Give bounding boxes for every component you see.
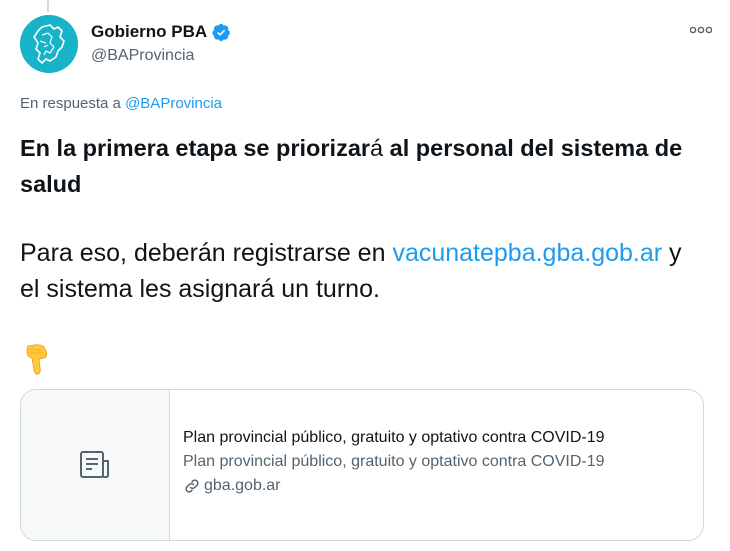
- tweet-bold-text: En la primera etapa se priorizará al per…: [20, 130, 700, 202]
- author-display-name-text: Gobierno PBA: [91, 22, 208, 41]
- more-dots-icon: [689, 26, 713, 34]
- reply-context: En respuesta a @BAProvincia: [20, 95, 222, 112]
- card-description: Plan provincial público, gratuito y opta…: [183, 453, 605, 470]
- tweet-plain-char: á: [370, 135, 384, 161]
- card-body: Plan provincial público, gratuito y opta…: [170, 390, 703, 540]
- reply-prefix: En respuesta a: [20, 95, 121, 112]
- tweet-body-before-link: Para eso, deberán registrarse en: [20, 239, 393, 267]
- tweet-bold-part1: En la primera etapa se priorizar: [20, 135, 371, 161]
- card-thumbnail: [21, 390, 170, 540]
- thread-connector-line: [47, 0, 49, 12]
- reply-mention-link[interactable]: @BAProvincia: [125, 95, 222, 112]
- pointing-down-hand-icon: [26, 344, 48, 375]
- tweet-header: Gobierno PBA @BAProvincia: [20, 15, 713, 75]
- document-icon: [80, 451, 109, 478]
- author-handle[interactable]: @BAProvincia: [91, 47, 231, 65]
- pba-map-logo-icon: [33, 24, 65, 64]
- card-title: Plan provincial público, gratuito y opta…: [183, 429, 605, 446]
- verified-badge-icon: [212, 23, 230, 41]
- card-domain: gba.gob.ar: [183, 474, 703, 498]
- tweet-body-text: Para eso, deberán registrarse en vacunat…: [20, 235, 700, 307]
- avatar[interactable]: [20, 15, 78, 73]
- tweet-url-link[interactable]: vacunatepba.gba.gob.ar: [392, 239, 662, 267]
- card-domain-text: gba.gob.ar: [204, 477, 281, 494]
- link-preview-card[interactable]: Plan provincial público, gratuito y opta…: [20, 389, 704, 541]
- author-names: Gobierno PBA @BAProvincia: [91, 22, 231, 65]
- more-options-button[interactable]: [689, 21, 713, 37]
- link-icon: [185, 479, 199, 493]
- author-display-name[interactable]: Gobierno PBA: [91, 22, 231, 42]
